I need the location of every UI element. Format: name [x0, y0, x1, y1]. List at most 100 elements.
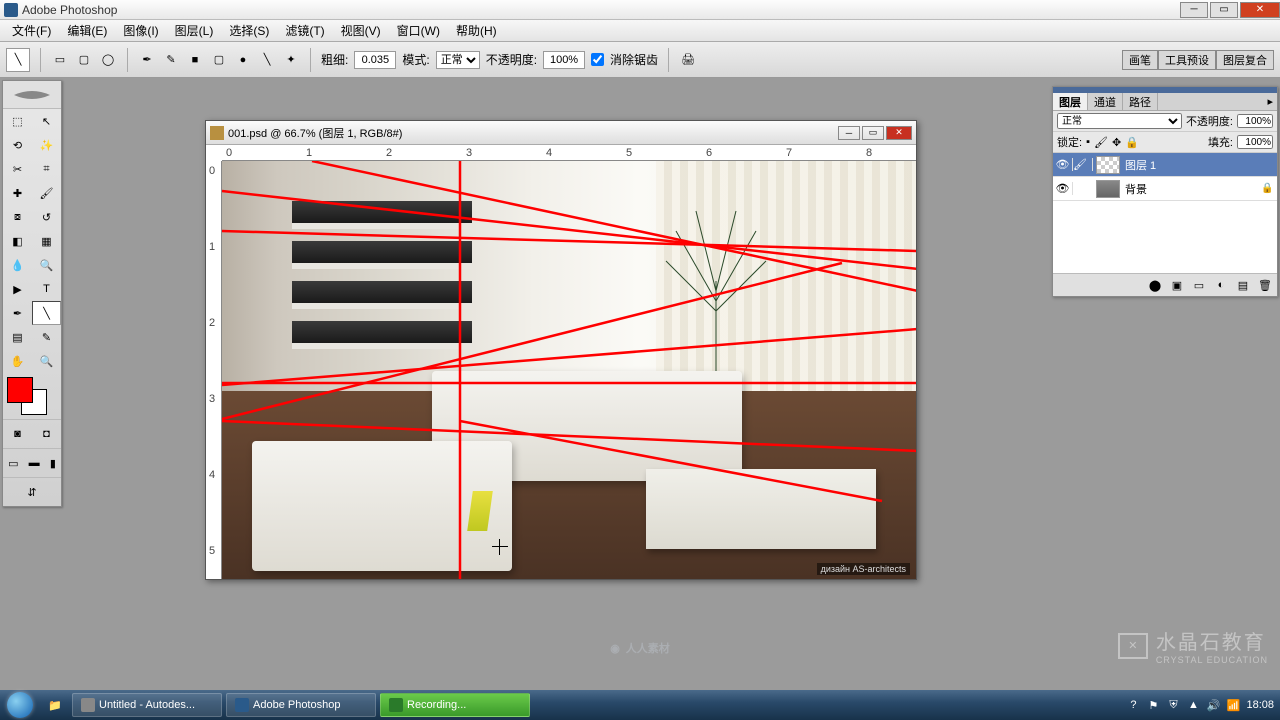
blur-tool-icon[interactable]: 💧: [3, 253, 32, 277]
tab-channels[interactable]: 通道: [1088, 93, 1123, 110]
pinned-explorer-icon[interactable]: 📁: [41, 693, 69, 717]
tray-shield-icon[interactable]: ⛨: [1166, 698, 1180, 712]
menu-layer[interactable]: 图层(L): [167, 20, 222, 41]
zoom-tool-icon[interactable]: 🔍: [32, 349, 61, 373]
visibility-toggle-icon[interactable]: 👁: [1053, 182, 1073, 195]
lock-all-icon[interactable]: 🔒: [1125, 136, 1139, 149]
stamp-tool-icon[interactable]: ⧇: [3, 205, 32, 229]
panel-opacity-input[interactable]: [1237, 114, 1273, 128]
menu-image[interactable]: 图像(I): [115, 20, 166, 41]
tray-up-icon[interactable]: ▲: [1186, 698, 1200, 712]
layer-row[interactable]: 👁 🖌 图层 1: [1053, 153, 1277, 177]
opt-circle-icon[interactable]: ●: [234, 51, 252, 69]
ruler-vertical[interactable]: 0 1 2 3 4 5: [206, 161, 222, 579]
opt-rsquare-icon[interactable]: ▢: [210, 51, 228, 69]
start-button[interactable]: [0, 690, 40, 720]
doc-maximize-button[interactable]: ▭: [862, 126, 884, 140]
taskbar-item[interactable]: Untitled - Autodes...: [72, 693, 222, 717]
mask-icon[interactable]: ▣: [1168, 277, 1186, 293]
menu-view[interactable]: 视图(V): [333, 20, 389, 41]
eraser-tool-icon[interactable]: ◧: [3, 229, 32, 253]
screen-full-icon[interactable]: ▮: [50, 451, 56, 475]
opt-roundrect-icon[interactable]: ▢: [75, 51, 93, 69]
eyedropper-tool-icon[interactable]: ✎: [32, 325, 61, 349]
antialias-checkbox[interactable]: [591, 53, 604, 66]
layer-row[interactable]: 👁 背景 🔒: [1053, 177, 1277, 201]
marquee-tool-icon[interactable]: ⬚: [3, 109, 32, 133]
folder-icon[interactable]: ▭: [1190, 277, 1208, 293]
lock-position-icon[interactable]: ✥: [1112, 136, 1121, 149]
opacity-input[interactable]: [543, 51, 585, 69]
taskbar-item[interactable]: Adobe Photoshop: [226, 693, 376, 717]
standard-mode-icon[interactable]: ◙: [14, 422, 21, 446]
menu-file[interactable]: 文件(F): [4, 20, 59, 41]
jump-to-icon[interactable]: ⇵: [27, 480, 36, 504]
menu-window[interactable]: 窗口(W): [389, 20, 448, 41]
slice-tool-icon[interactable]: ⌗: [32, 157, 61, 181]
opt-pen-icon[interactable]: ✒: [138, 51, 156, 69]
doc-minimize-button[interactable]: ─: [838, 126, 860, 140]
lock-pixels-icon[interactable]: 🖌: [1094, 136, 1108, 149]
wand-tool-icon[interactable]: ✨: [32, 133, 61, 157]
link-cell[interactable]: 🖌: [1073, 158, 1093, 171]
maximize-button[interactable]: ▭: [1210, 2, 1238, 18]
opt-ellipse-icon[interactable]: ◯: [99, 51, 117, 69]
path-select-icon[interactable]: ▶: [3, 277, 32, 301]
tray-volume-icon[interactable]: 🔊: [1206, 698, 1220, 712]
quickmask-mode-icon[interactable]: ◘: [43, 422, 50, 446]
well-brushes[interactable]: 画笔: [1122, 50, 1158, 70]
new-layer-icon[interactable]: ▤: [1234, 277, 1252, 293]
menu-select[interactable]: 选择(S): [221, 20, 277, 41]
layer-name[interactable]: 图层 1: [1123, 157, 1261, 173]
menu-filter[interactable]: 滤镜(T): [277, 20, 332, 41]
taskbar-item[interactable]: Recording...: [380, 693, 530, 717]
panel-menu-icon[interactable]: ▸: [1263, 93, 1277, 110]
canvas[interactable]: дизайн AS-architects: [222, 161, 916, 579]
history-brush-icon[interactable]: ↺: [32, 205, 61, 229]
healing-tool-icon[interactable]: ✚: [3, 181, 32, 205]
color-swatches[interactable]: [3, 373, 61, 419]
dodge-tool-icon[interactable]: 🔍: [32, 253, 61, 277]
close-button[interactable]: ✕: [1240, 2, 1280, 18]
line-tool-icon[interactable]: ╲: [32, 301, 61, 325]
opt-square-icon[interactable]: ■: [186, 51, 204, 69]
move-tool-icon[interactable]: ↖: [32, 109, 61, 133]
notes-tool-icon[interactable]: ▤: [3, 325, 32, 349]
layer-thumbnail[interactable]: [1096, 156, 1120, 174]
foreground-color[interactable]: [7, 377, 33, 403]
opt-custom-icon[interactable]: ✦: [282, 51, 300, 69]
mode-select[interactable]: 正常: [436, 51, 480, 69]
blend-mode-select[interactable]: 正常: [1057, 113, 1182, 129]
layer-name[interactable]: 背景: [1123, 181, 1261, 197]
tab-paths[interactable]: 路径: [1123, 93, 1158, 110]
trash-icon[interactable]: 🗑: [1256, 277, 1274, 293]
tray-network-icon[interactable]: 📶: [1226, 698, 1240, 712]
palette-well-icon[interactable]: 🖨: [679, 51, 697, 69]
adjustment-icon[interactable]: ◐: [1212, 277, 1230, 293]
well-tool-presets[interactable]: 工具预设: [1158, 50, 1216, 70]
opt-line-icon[interactable]: ╲: [258, 51, 276, 69]
tool-preset-icon[interactable]: ╲: [6, 48, 30, 72]
screen-std-icon[interactable]: ▭: [8, 451, 18, 475]
layer-thumbnail[interactable]: [1096, 180, 1120, 198]
type-tool-icon[interactable]: T: [32, 277, 61, 301]
weight-input[interactable]: [354, 51, 396, 69]
crop-tool-icon[interactable]: ✂: [3, 157, 32, 181]
tray-help-icon[interactable]: ?: [1126, 698, 1140, 712]
well-layer-comps[interactable]: 图层复合: [1216, 50, 1274, 70]
fx-icon[interactable]: ⬤: [1146, 277, 1164, 293]
fill-input[interactable]: [1237, 135, 1273, 149]
gradient-tool-icon[interactable]: ▦: [32, 229, 61, 253]
tab-layers[interactable]: 图层: [1053, 93, 1088, 110]
tray-clock[interactable]: 18:08: [1246, 699, 1274, 711]
opt-rect-icon[interactable]: ▭: [51, 51, 69, 69]
lasso-tool-icon[interactable]: ⟲: [3, 133, 32, 157]
visibility-toggle-icon[interactable]: 👁: [1053, 158, 1073, 171]
screen-full-menu-icon[interactable]: ▬: [29, 451, 40, 475]
opt-freeform-icon[interactable]: ✎: [162, 51, 180, 69]
brush-tool-icon[interactable]: 🖌: [32, 181, 61, 205]
ruler-horizontal[interactable]: 0 1 2 3 4 5 6 7 8: [222, 145, 916, 161]
lock-transparency-icon[interactable]: ▪: [1086, 136, 1090, 148]
toolbox-header-icon[interactable]: [3, 81, 61, 109]
pen-tool-icon[interactable]: ✒: [3, 301, 32, 325]
